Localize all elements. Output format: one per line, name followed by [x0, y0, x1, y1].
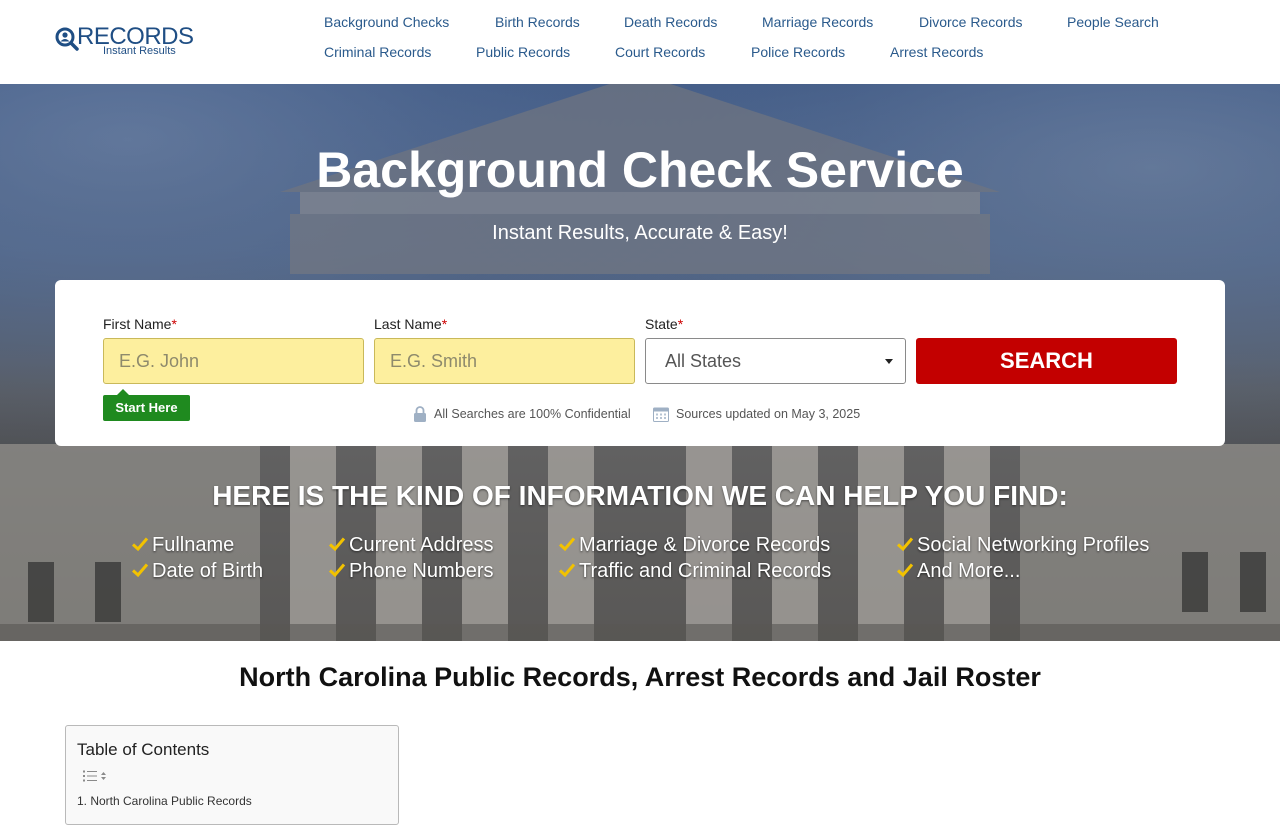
feature-item: Date of Birth: [131, 560, 263, 582]
page-heading: North Carolina Public Records, Arrest Re…: [239, 662, 1041, 692]
state-select[interactable]: All States: [645, 338, 906, 384]
check-icon: [328, 537, 346, 552]
chevron-down-icon: [885, 359, 893, 364]
check-icon: [896, 537, 914, 552]
last-name-label: Last Name*: [374, 316, 448, 332]
hero-title: Background Check Service: [316, 142, 964, 198]
nav-police-records[interactable]: Police Records: [751, 44, 845, 60]
toc-title: Table of Contents: [77, 740, 210, 759]
nav-death-records[interactable]: Death Records: [624, 14, 717, 30]
feature-item: Current Address: [328, 534, 494, 556]
nav-divorce-records[interactable]: Divorce Records: [919, 14, 1022, 30]
nav-criminal-records[interactable]: Criminal Records: [324, 44, 431, 60]
first-name-input[interactable]: [103, 338, 364, 384]
check-icon: [558, 563, 576, 578]
table-of-contents: Table of Contents 1. North Carolina Publ…: [65, 725, 399, 825]
hero-section: Background Check Service Instant Results…: [0, 84, 1280, 641]
search-button[interactable]: SEARCH: [916, 338, 1177, 384]
first-name-label: First Name*: [103, 316, 177, 332]
feature-item: Marriage & Divorce Records: [558, 534, 830, 556]
start-here-badge: Start Here: [103, 389, 190, 421]
toc-item[interactable]: 1. North Carolina Public Records: [77, 794, 252, 808]
nav-people-search[interactable]: People Search: [1067, 14, 1159, 30]
nav-public-records[interactable]: Public Records: [476, 44, 570, 60]
nav-background-checks[interactable]: Background Checks: [324, 14, 449, 30]
nav-birth-records[interactable]: Birth Records: [495, 14, 580, 30]
list-toggle-icon[interactable]: [81, 768, 111, 784]
confidential-note: All Searches are 100% Confidential: [434, 407, 631, 421]
lock-icon: [414, 406, 426, 422]
feature-item: Social Networking Profiles: [896, 534, 1149, 556]
state-select-value: All States: [665, 351, 742, 371]
last-name-input[interactable]: [374, 338, 635, 384]
feature-item: Fullname: [131, 534, 234, 556]
calendar-icon: [653, 407, 669, 422]
magnifier-person-icon: [55, 27, 79, 51]
search-form: First Name* Last Name* State* All States…: [55, 280, 1225, 446]
check-icon: [131, 563, 149, 578]
feature-item: Traffic and Criminal Records: [558, 560, 831, 582]
nav-marriage-records[interactable]: Marriage Records: [762, 14, 873, 30]
check-icon: [558, 537, 576, 552]
nav-arrest-records[interactable]: Arrest Records: [890, 44, 983, 60]
check-icon: [896, 563, 914, 578]
feature-item: Phone Numbers: [328, 560, 494, 582]
check-icon: [328, 563, 346, 578]
site-logo[interactable]: RECORDS Instant Results: [55, 24, 195, 60]
info-title: HERE IS THE KIND OF INFORMATION WE CAN H…: [212, 480, 1068, 511]
hero-subtitle: Instant Results, Accurate & Easy!: [492, 222, 788, 244]
logo-tagline: Instant Results: [103, 45, 176, 57]
state-label: State*: [645, 316, 684, 332]
sources-updated-note: Sources updated on May 3, 2025: [676, 407, 861, 421]
check-icon: [131, 537, 149, 552]
nav-court-records[interactable]: Court Records: [615, 44, 705, 60]
site-header: RECORDS Instant Results Background Check…: [0, 0, 1280, 84]
feature-item: And More...: [896, 560, 1020, 582]
